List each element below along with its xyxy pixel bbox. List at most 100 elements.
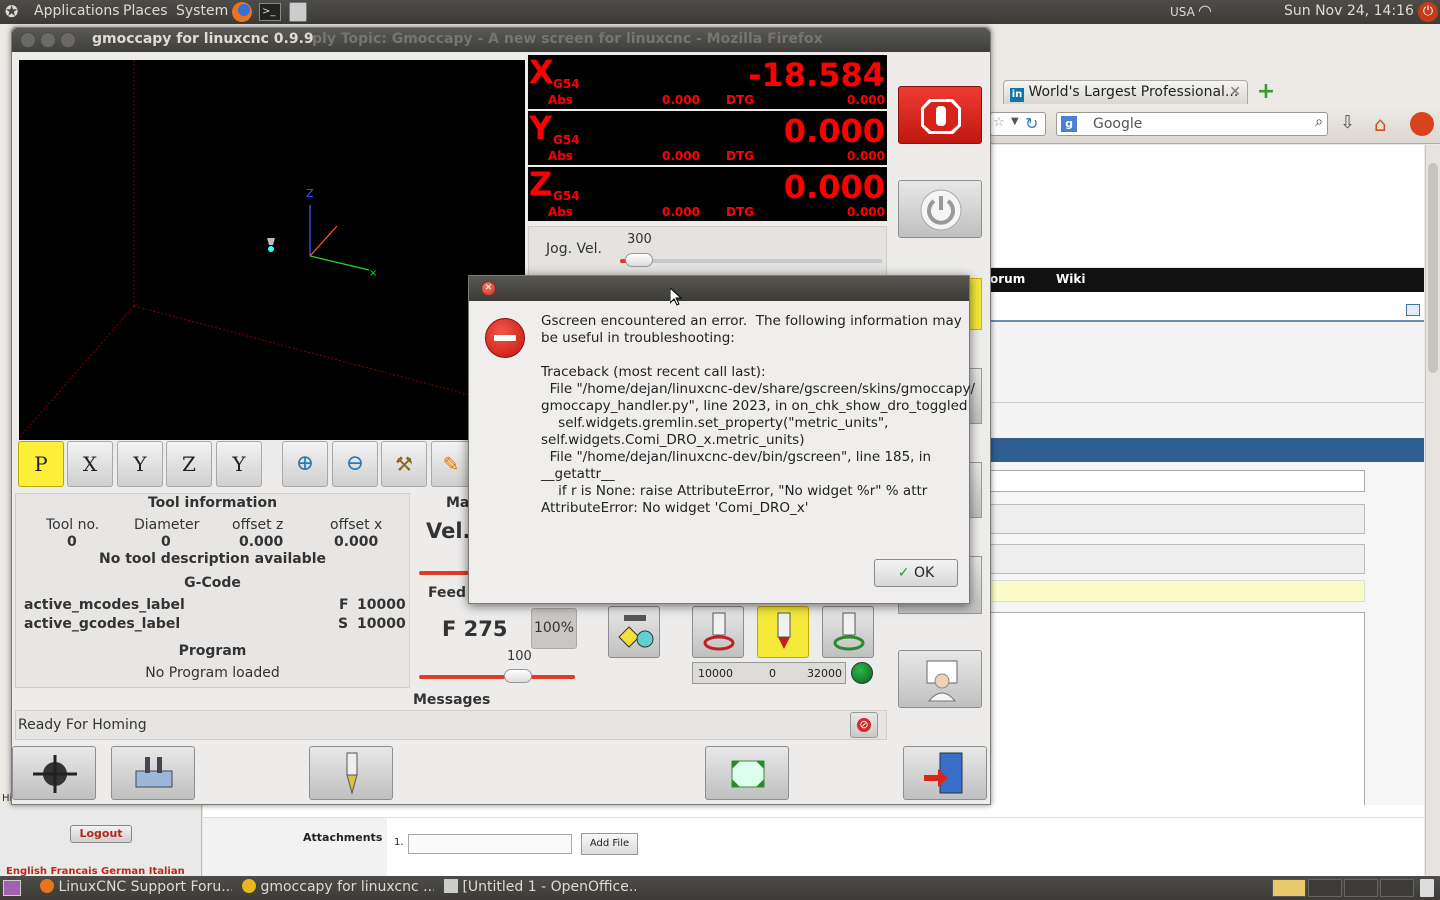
- ghost-title: ply Topic: Gmoccapy - A new screen for l…: [312, 31, 823, 47]
- star-icon[interactable]: ☆: [993, 115, 1005, 130]
- collapse-icon[interactable]: [1406, 304, 1420, 316]
- dro-x-axis: X: [529, 53, 554, 91]
- ok-button[interactable]: ✓ OK: [874, 559, 958, 587]
- machine-power-button[interactable]: [898, 180, 982, 238]
- new-tab-icon[interactable]: +: [1255, 81, 1277, 104]
- menu-places[interactable]: Places: [123, 3, 168, 19]
- dro-y[interactable]: Y G54 0.000 Abs 0.000 DTG 0.000: [528, 109, 887, 165]
- dialog-close-icon[interactable]: ✕: [481, 281, 496, 296]
- close-tab-icon[interactable]: ✕: [1229, 84, 1241, 100]
- firefox-menu-icon[interactable]: [1410, 112, 1434, 136]
- firefox-task-icon: [40, 879, 54, 893]
- message-textarea[interactable]: [990, 612, 1365, 814]
- dro-x[interactable]: X G54 -18.584 Abs 0.000 DTG 0.000: [528, 53, 887, 109]
- jog-vel-handle[interactable]: [625, 253, 653, 267]
- dro-y-coord: G54: [553, 133, 580, 147]
- task-gmoccapy[interactable]: gmoccapy for linuxcnc ...: [238, 878, 434, 898]
- tool-change-button[interactable]: [309, 746, 393, 800]
- minimize-window-icon[interactable]: [40, 32, 56, 48]
- feed-label: Feed: [428, 585, 467, 601]
- ff-scrollbar[interactable]: [1425, 145, 1440, 875]
- workspace-1[interactable]: [1272, 879, 1306, 897]
- view-y2-button[interactable]: Y: [216, 441, 262, 487]
- feed-reset-button[interactable]: 100%: [531, 608, 577, 649]
- page-sidebar: Hi Logout English Francais German Italia…: [0, 793, 202, 877]
- tool-icon: [346, 752, 358, 795]
- zoom-in-icon[interactable]: ⊕: [282, 441, 328, 487]
- view-z-button[interactable]: Z: [166, 441, 212, 487]
- download-icon[interactable]: ⇩: [1340, 112, 1360, 136]
- search-input[interactable]: Google: [1093, 116, 1142, 132]
- google-icon[interactable]: g: [1061, 116, 1077, 132]
- dro-z[interactable]: Z G54 0.000 Abs 0.000 DTG 0.000: [528, 165, 887, 221]
- estop-button[interactable]: [898, 86, 982, 144]
- menu-system[interactable]: System: [176, 3, 228, 19]
- workspace-3[interactable]: [1344, 879, 1378, 897]
- view-y-button[interactable]: Y: [117, 441, 163, 487]
- close-window-icon[interactable]: [20, 32, 36, 48]
- trash-icon[interactable]: [1420, 879, 1434, 897]
- power-icon[interactable]: ⏻: [1418, 2, 1438, 22]
- clock[interactable]: Sun Nov 24, 14:16: [1284, 3, 1414, 19]
- terminal-launcher-icon[interactable]: >_: [259, 3, 281, 21]
- fullscreen-button[interactable]: [705, 746, 789, 800]
- calculator-launcher-icon[interactable]: [289, 2, 307, 22]
- dropdown-icon[interactable]: ▼: [1011, 116, 1019, 127]
- workspace-4[interactable]: [1380, 879, 1414, 897]
- manual-mode-button[interactable]: [12, 746, 96, 800]
- feed-slider-handle[interactable]: [504, 669, 532, 683]
- feed-slider[interactable]: [419, 675, 575, 679]
- logout-button[interactable]: Logout: [70, 825, 132, 843]
- dro-z-coord: G54: [553, 189, 580, 203]
- jog-vel-slider[interactable]: [620, 259, 882, 263]
- clear-plot-icon[interactable]: ⚒: [381, 441, 427, 487]
- task-openoffice[interactable]: [Untitled 1 - OpenOffice...: [440, 878, 636, 898]
- dro-x-dtg-label: DTG: [726, 93, 754, 107]
- view-perspective-button[interactable]: P: [18, 441, 64, 487]
- side-button-partial-2[interactable]: [968, 462, 982, 518]
- view-x-button[interactable]: X: [67, 441, 113, 487]
- show-desktop-icon[interactable]: [3, 880, 21, 896]
- clear-messages-button[interactable]: ⊘: [850, 712, 878, 738]
- spindle-right-button[interactable]: [822, 606, 874, 658]
- max-vel-slider[interactable]: [419, 571, 469, 575]
- spindle-stop-button[interactable]: [757, 606, 809, 658]
- preview-canvas: Z ×: [18, 60, 490, 439]
- ubuntu-logo-icon[interactable]: ✪: [5, 2, 18, 21]
- mode-button-partial[interactable]: [968, 278, 982, 330]
- maximize-window-icon[interactable]: [60, 32, 76, 48]
- reload-icon[interactable]: ↻: [1025, 114, 1038, 133]
- attachment-file-input[interactable]: [408, 834, 572, 854]
- form-title-bar: [990, 438, 1424, 462]
- user-tabs-button[interactable]: [898, 650, 982, 708]
- add-file-button[interactable]: Add File: [581, 833, 638, 855]
- wifi-icon[interactable]: ◠: [1198, 1, 1212, 20]
- exit-button[interactable]: [903, 746, 987, 800]
- gmoccapy-titlebar[interactable]: gmoccapy for linuxcnc 0.9.9 ply Topic: G…: [12, 28, 990, 52]
- search-icon[interactable]: ⌕: [1315, 114, 1323, 130]
- power-icon: [920, 189, 962, 231]
- edit-pencil-icon[interactable]: ✎: [431, 441, 471, 487]
- zoom-out-icon[interactable]: ⊖: [332, 441, 378, 487]
- post-header: [990, 292, 1424, 322]
- task-linuxcnc-forum[interactable]: LinuxCNC Support Foru...: [36, 878, 232, 898]
- url-bar-end[interactable]: ☆ ▼ ↻: [990, 112, 1046, 136]
- home-icon[interactable]: ⌂: [1374, 112, 1398, 136]
- tool-no-value: 0: [67, 534, 77, 550]
- coolant-button[interactable]: [608, 606, 660, 658]
- search-box[interactable]: g Google ⌕: [1056, 112, 1328, 136]
- nav-forum[interactable]: orum: [990, 272, 1025, 286]
- gremlin-preview[interactable]: Z ×: [18, 60, 525, 440]
- dialog-titlebar[interactable]: ✕: [469, 276, 969, 301]
- workspace-2[interactable]: [1308, 879, 1342, 897]
- mdi-mode-button[interactable]: [111, 746, 195, 800]
- menu-applications[interactable]: Applications: [34, 3, 120, 19]
- tab-linkedin[interactable]: in World's Largest Professional... ✕: [1003, 80, 1248, 104]
- nav-wiki[interactable]: Wiki: [1056, 272, 1085, 286]
- attachment-index: 1.: [394, 837, 404, 848]
- subject-input[interactable]: [990, 470, 1365, 492]
- firefox-launcher-icon[interactable]: [232, 2, 252, 22]
- spindle-left-button[interactable]: [692, 606, 744, 658]
- spindle-stop-icon: [777, 612, 791, 649]
- keyboard-layout[interactable]: USA: [1170, 5, 1195, 19]
